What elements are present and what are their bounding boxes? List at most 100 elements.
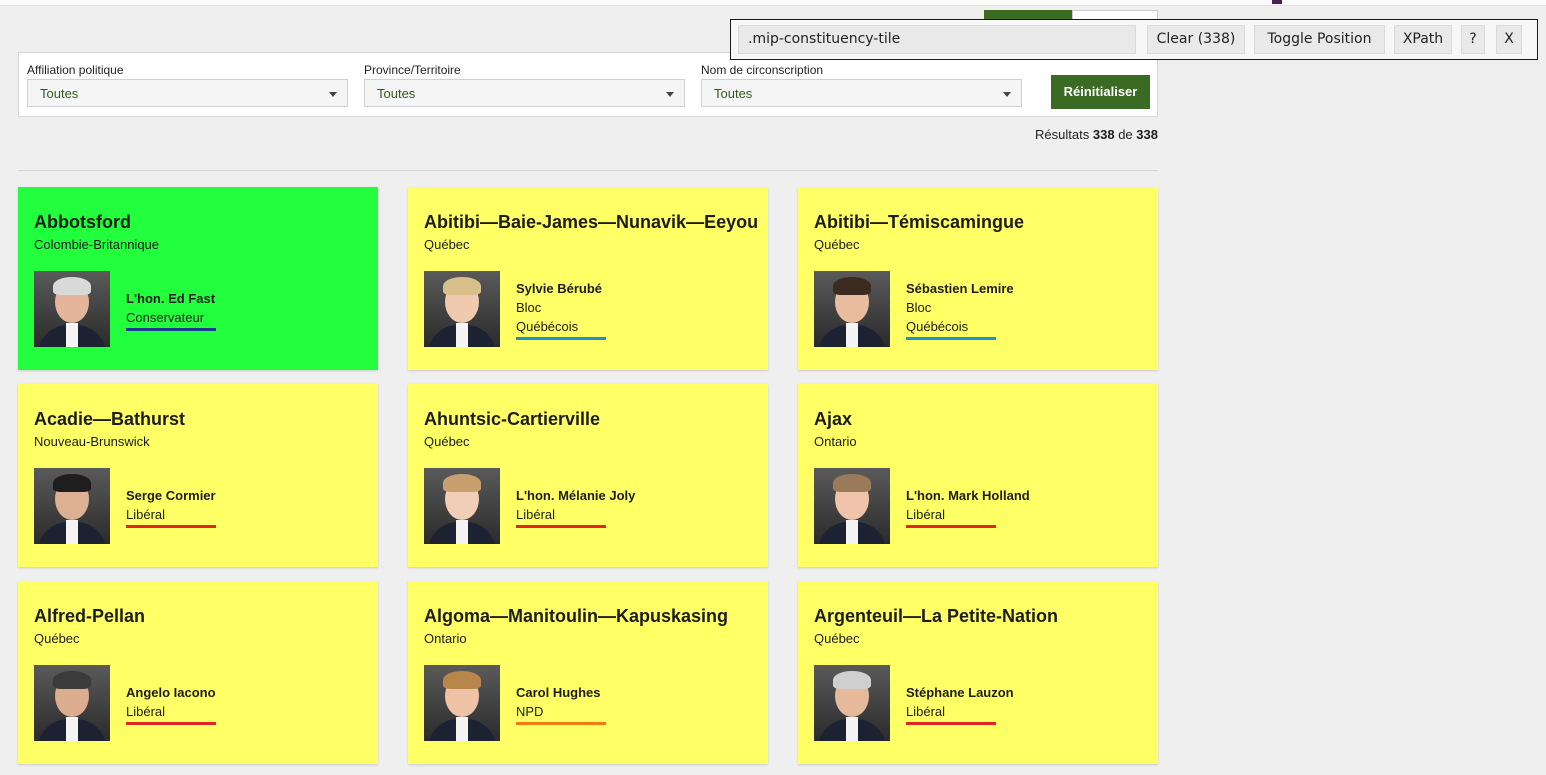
riding-name[interactable]: Abitibi—Baie-James—Nunavik—Eeyou bbox=[424, 212, 758, 233]
mp-portrait[interactable] bbox=[814, 271, 890, 347]
mp-name[interactable]: Sylvie Bérubé bbox=[516, 279, 606, 298]
portrait-hair bbox=[443, 474, 481, 492]
party-name: Libéral bbox=[516, 505, 606, 528]
constituency-tile[interactable]: Abitibi—Baie-James—Nunavik—Eeyou Québec Sy… bbox=[408, 187, 768, 370]
province-name: Ontario bbox=[814, 434, 857, 449]
party-name: Bloc Québécois bbox=[906, 298, 996, 340]
party-name: Libéral bbox=[126, 702, 216, 725]
riding-name[interactable]: Alfred-Pellan bbox=[34, 606, 145, 627]
mp-name[interactable]: L'hon. Mark Holland bbox=[906, 486, 1030, 505]
affiliation-select[interactable]: Toutes bbox=[27, 79, 348, 107]
mp-name[interactable]: L'hon. Mélanie Joly bbox=[516, 486, 635, 505]
portrait-shirt bbox=[846, 323, 858, 347]
constituency-tile[interactable]: Abitibi—Témiscamingue Québec Sébastien Lem… bbox=[798, 187, 1158, 370]
results-total: 338 bbox=[1136, 127, 1158, 142]
province-filter: Province/Territoire Toutes bbox=[364, 63, 685, 107]
mp-info: Angelo Iacono Libéral bbox=[126, 683, 216, 725]
province-name: Québec bbox=[814, 237, 860, 252]
constituency-tile[interactable]: Algoma—Manitoulin—Kapuskasing Ontario Caro… bbox=[408, 581, 768, 764]
mp-portrait[interactable] bbox=[34, 468, 110, 544]
chevron-down-icon bbox=[329, 92, 337, 97]
constituency-tile[interactable]: Ajax Ontario L'hon. Mark Holland Libéral bbox=[798, 384, 1158, 567]
party-name: Conservateur bbox=[126, 308, 216, 331]
mp-name[interactable]: Stéphane Lauzon bbox=[906, 683, 1014, 702]
mp-portrait[interactable] bbox=[424, 271, 500, 347]
constituency-tile[interactable]: Abbotsford Colombie-Britannique L'hon. Ed … bbox=[18, 187, 378, 370]
portrait-hair bbox=[833, 671, 871, 689]
portrait-hair bbox=[53, 277, 91, 295]
selector-input[interactable]: .mip-constituency-tile bbox=[738, 25, 1136, 54]
mp-portrait[interactable] bbox=[34, 271, 110, 347]
riding-filter: Nom de circonscription Toutes bbox=[701, 63, 1022, 107]
riding-name[interactable]: Abbotsford bbox=[34, 212, 131, 233]
results-count: Résultats 338 de 338 bbox=[1035, 127, 1158, 142]
affiliation-label: Affiliation politique bbox=[27, 63, 124, 77]
riding-name[interactable]: Ajax bbox=[814, 409, 852, 430]
constituency-tile[interactable]: Alfred-Pellan Québec Angelo Iacono Libéral bbox=[18, 581, 378, 764]
riding-value: Toutes bbox=[714, 86, 753, 101]
portrait-shirt bbox=[66, 323, 78, 347]
riding-name[interactable]: Argenteuil—La Petite-Nation bbox=[814, 606, 1058, 627]
close-button[interactable]: X bbox=[1496, 25, 1522, 54]
toggle-position-button[interactable]: Toggle Position bbox=[1254, 25, 1385, 54]
mp-portrait[interactable] bbox=[424, 665, 500, 741]
portrait-hair bbox=[443, 671, 481, 689]
mp-portrait[interactable] bbox=[814, 468, 890, 544]
mp-name[interactable]: Carol Hughes bbox=[516, 683, 606, 702]
mp-info: Stéphane Lauzon Libéral bbox=[906, 683, 1014, 725]
portrait-shirt bbox=[456, 520, 468, 544]
chevron-down-icon bbox=[1003, 92, 1011, 97]
province-name: Ontario bbox=[424, 631, 467, 646]
province-select[interactable]: Toutes bbox=[364, 79, 685, 107]
extension-mark bbox=[1272, 0, 1282, 4]
affiliation-value: Toutes bbox=[40, 86, 79, 101]
mp-name[interactable]: Sébastien Lemire bbox=[906, 279, 1014, 298]
portrait-shirt bbox=[456, 717, 468, 741]
province-name: Québec bbox=[34, 631, 80, 646]
selector-inspector: .mip-constituency-tile Clear (338) Toggl… bbox=[730, 19, 1538, 60]
portrait-shirt bbox=[66, 520, 78, 544]
browser-top-strip bbox=[0, 0, 1546, 6]
mp-info: Sébastien Lemire Bloc Québécois bbox=[906, 279, 1014, 340]
portrait-shirt bbox=[846, 520, 858, 544]
mp-portrait[interactable] bbox=[34, 665, 110, 741]
portrait-hair bbox=[53, 671, 91, 689]
portrait-shirt bbox=[846, 717, 858, 741]
results-number: 338 bbox=[1092, 127, 1115, 142]
province-label: Province/Territoire bbox=[364, 63, 461, 77]
province-name: Québec bbox=[424, 237, 470, 252]
portrait-shirt bbox=[66, 717, 78, 741]
reset-button[interactable]: Réinitialiser bbox=[1051, 75, 1150, 109]
riding-name[interactable]: Algoma—Manitoulin—Kapuskasing bbox=[424, 606, 728, 627]
province-name: Nouveau-Brunswick bbox=[34, 434, 150, 449]
constituency-tile[interactable]: Argenteuil—La Petite-Nation Québec Stéphan… bbox=[798, 581, 1158, 764]
party-name: Bloc Québécois bbox=[516, 298, 606, 340]
riding-name[interactable]: Acadie—Bathurst bbox=[34, 409, 185, 430]
riding-name[interactable]: Ahuntsic-Cartierville bbox=[424, 409, 600, 430]
province-name: Québec bbox=[424, 434, 470, 449]
mp-info: L'hon. Ed Fast Conservateur bbox=[126, 289, 216, 331]
party-name: Libéral bbox=[906, 505, 996, 528]
province-value: Toutes bbox=[377, 86, 416, 101]
constituency-tile[interactable]: Acadie—Bathurst Nouveau-Brunswick Serge Co… bbox=[18, 384, 378, 567]
results-prefix: Résultats bbox=[1035, 127, 1090, 142]
mp-portrait[interactable] bbox=[814, 665, 890, 741]
mp-name[interactable]: Serge Cormier bbox=[126, 486, 216, 505]
mp-name[interactable]: Angelo Iacono bbox=[126, 683, 216, 702]
divider bbox=[18, 170, 1158, 171]
mp-info: Sylvie Bérubé Bloc Québécois bbox=[516, 279, 606, 340]
riding-name[interactable]: Abitibi—Témiscamingue bbox=[814, 212, 1024, 233]
mp-portrait[interactable] bbox=[424, 468, 500, 544]
mp-info: Serge Cormier Libéral bbox=[126, 486, 216, 528]
province-name: Québec bbox=[814, 631, 860, 646]
riding-select[interactable]: Toutes bbox=[701, 79, 1022, 107]
mp-name[interactable]: L'hon. Ed Fast bbox=[126, 289, 216, 308]
party-name: NPD bbox=[516, 702, 606, 725]
province-name: Colombie-Britannique bbox=[34, 237, 160, 252]
filter-panel: Affiliation politique Toutes Province/Te… bbox=[18, 52, 1158, 117]
help-button[interactable]: ? bbox=[1461, 25, 1485, 54]
constituency-tile[interactable]: Ahuntsic-Cartierville Québec L'hon. Mélani… bbox=[408, 384, 768, 567]
clear-button[interactable]: Clear (338) bbox=[1147, 25, 1245, 54]
party-name: Libéral bbox=[126, 505, 216, 528]
xpath-button[interactable]: XPath bbox=[1394, 25, 1452, 54]
